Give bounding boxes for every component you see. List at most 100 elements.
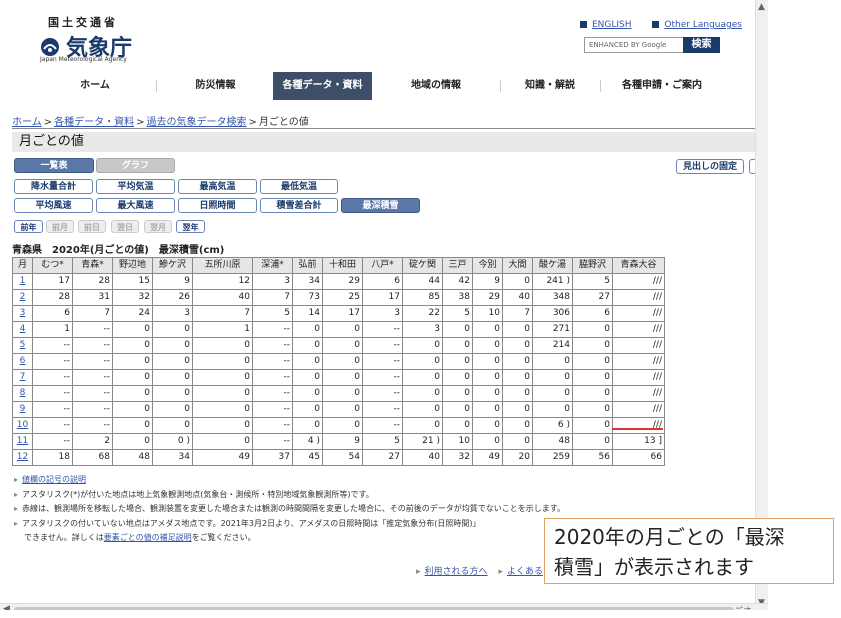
btn-mean-temp[interactable]: 平均気温 bbox=[96, 179, 175, 194]
month-link[interactable]: 2 bbox=[12, 289, 33, 306]
month-link[interactable]: 10 bbox=[12, 417, 33, 434]
table-cell: 0 bbox=[572, 433, 613, 450]
table-cell: 21 ) bbox=[402, 433, 443, 450]
btn-prev-day[interactable]: 前日 bbox=[78, 220, 106, 233]
month-link[interactable]: 6 bbox=[12, 353, 33, 370]
table-cell: -- bbox=[72, 321, 113, 338]
table-cell: 49 bbox=[472, 449, 503, 466]
table-cell: 45 bbox=[292, 449, 323, 466]
table-cell: 0 ) bbox=[152, 433, 193, 450]
table-cell: 7 bbox=[252, 289, 293, 306]
table-cell: 17 bbox=[322, 305, 363, 322]
btn-min-temp[interactable]: 最低気温 bbox=[260, 179, 338, 194]
btn-next-month[interactable]: 翌月 bbox=[144, 220, 172, 233]
btn-snow-diff-total[interactable]: 積雪差合計 bbox=[260, 198, 338, 213]
table-cell: 0 bbox=[322, 321, 363, 338]
table-cell: 306 bbox=[532, 305, 573, 322]
other-languages-link[interactable]: Other Languages bbox=[664, 20, 742, 30]
btn-mean-wind[interactable]: 平均風速 bbox=[14, 198, 93, 213]
fix-header-button[interactable]: 見出しの固定 bbox=[676, 159, 744, 174]
table-cell: 49 bbox=[192, 449, 253, 466]
horizontal-scrollbar[interactable]: ◀ ごさ bbox=[0, 603, 768, 610]
table-row: 7 -- -- 0 0 0 -- 0 0 -- 0 0 0 0 0 0/// bbox=[12, 369, 665, 386]
note-amedas-3: をご覧ください。 bbox=[191, 533, 256, 542]
for-users-link[interactable]: 利用される方へ bbox=[425, 567, 488, 577]
table-cell: 3 bbox=[252, 273, 293, 290]
search-button[interactable]: 検索 bbox=[683, 37, 720, 53]
table-cell: -- bbox=[252, 369, 293, 386]
btn-precip-total[interactable]: 降水量合計 bbox=[14, 179, 93, 194]
btn-prev-month[interactable]: 前月 bbox=[46, 220, 74, 233]
breadcrumb-data[interactable]: 各種データ・資料 bbox=[54, 117, 134, 128]
search-input[interactable]: ENHANCED BY Google bbox=[584, 37, 686, 53]
table-cell: 0 bbox=[532, 401, 573, 418]
btn-next-day[interactable]: 翌日 bbox=[111, 220, 139, 233]
nav-regional-info[interactable]: 地域の情報 bbox=[375, 72, 497, 100]
month-link[interactable]: 3 bbox=[12, 305, 33, 322]
month-link[interactable]: 7 bbox=[12, 369, 33, 386]
table-cell: /// bbox=[612, 353, 665, 370]
table-cell: 259 bbox=[532, 449, 573, 466]
table-cell: 0 bbox=[442, 385, 473, 402]
table-cell: 0 bbox=[112, 321, 153, 338]
column-header: 八戸* bbox=[362, 257, 403, 274]
table-cell: 17 bbox=[32, 273, 73, 290]
supplement-link[interactable]: 要素ごとの値の補足説明 bbox=[104, 533, 192, 542]
btn-max-wind[interactable]: 最大風速 bbox=[96, 198, 175, 213]
table-cell: /// bbox=[612, 305, 665, 322]
month-link[interactable]: 12 bbox=[12, 449, 33, 466]
table-cell: 0 bbox=[572, 369, 613, 386]
table-cell: 0 bbox=[572, 385, 613, 402]
btn-next-year[interactable]: 翌年 bbox=[176, 220, 205, 233]
note-red-line: 赤線は、観測場所を移転した場合、観測装置を変更した場合または観測の時間間隔を変更… bbox=[22, 504, 565, 513]
table-row: 10 -- -- 0 0 0 -- 0 0 -- 0 0 0 0 6 ) 0/// bbox=[12, 417, 665, 434]
nav-applications[interactable]: 各種申請・ご案内 bbox=[602, 72, 722, 100]
btn-max-snow-depth[interactable]: 最深積雪 bbox=[341, 198, 420, 213]
btn-prev-year[interactable]: 前年 bbox=[14, 220, 43, 233]
table-cell: /// bbox=[612, 321, 665, 338]
month-link[interactable]: 5 bbox=[12, 337, 33, 354]
breadcrumb-past-data[interactable]: 過去の気象データ検索 bbox=[146, 117, 246, 128]
month-link[interactable]: 1 bbox=[12, 273, 33, 290]
month-link[interactable]: 11 bbox=[12, 433, 33, 450]
month-link[interactable]: 8 bbox=[12, 385, 33, 402]
btn-sunshine[interactable]: 日照時間 bbox=[178, 198, 257, 213]
table-cell: 54 bbox=[322, 449, 363, 466]
table-cell: 68 bbox=[72, 449, 113, 466]
square-bullet-icon bbox=[652, 21, 660, 28]
tab-graph[interactable]: グラフ bbox=[96, 158, 175, 173]
table-cell: 7 bbox=[72, 305, 113, 322]
divider bbox=[12, 128, 755, 129]
table-cell: 6 bbox=[572, 305, 613, 322]
nav-disaster-info[interactable]: 防災情報 bbox=[158, 72, 273, 100]
table-cell: 34 bbox=[152, 449, 193, 466]
table-cell: -- bbox=[362, 369, 403, 386]
table-cell: 0 bbox=[402, 385, 443, 402]
symbols-explanation-link[interactable]: 値欄の記号の説明 bbox=[22, 475, 86, 484]
breadcrumb-home[interactable]: ホーム bbox=[12, 117, 42, 128]
table-cell: /// bbox=[612, 273, 665, 290]
table-cell: 0 bbox=[572, 353, 613, 370]
tab-list[interactable]: 一覧表 bbox=[14, 158, 94, 173]
table-cell: 0 bbox=[292, 385, 323, 402]
scroll-up-icon[interactable]: ▲ bbox=[758, 2, 765, 12]
nav-home[interactable]: ホーム bbox=[40, 72, 150, 100]
table-cell: 0 bbox=[292, 401, 323, 418]
table-cell: 7 bbox=[192, 305, 253, 322]
nav-data[interactable]: 各種データ・資料 bbox=[273, 72, 372, 100]
table-cell: 0 bbox=[502, 321, 533, 338]
table-cell: 1 bbox=[192, 321, 253, 338]
table-cell: -- bbox=[362, 417, 403, 434]
column-header: 大間 bbox=[502, 257, 533, 274]
month-link[interactable]: 4 bbox=[12, 321, 33, 338]
notes: ▸ 値欄の記号の説明 ▸ アスタリスク(*)が付いた地点は地上気象観測地点(気象台・… bbox=[14, 475, 565, 542]
month-link[interactable]: 9 bbox=[12, 401, 33, 418]
faq-link[interactable]: よくある bbox=[507, 567, 543, 577]
scroll-thumb[interactable] bbox=[14, 607, 734, 610]
scroll-left-icon[interactable]: ◀ bbox=[3, 604, 10, 610]
column-header: 三戸 bbox=[442, 257, 473, 274]
english-link[interactable]: ENGLISH bbox=[592, 20, 632, 30]
nav-knowledge[interactable]: 知識・解説 bbox=[502, 72, 598, 100]
btn-max-temp[interactable]: 最高気温 bbox=[178, 179, 257, 194]
table-cell: 15 bbox=[112, 273, 153, 290]
